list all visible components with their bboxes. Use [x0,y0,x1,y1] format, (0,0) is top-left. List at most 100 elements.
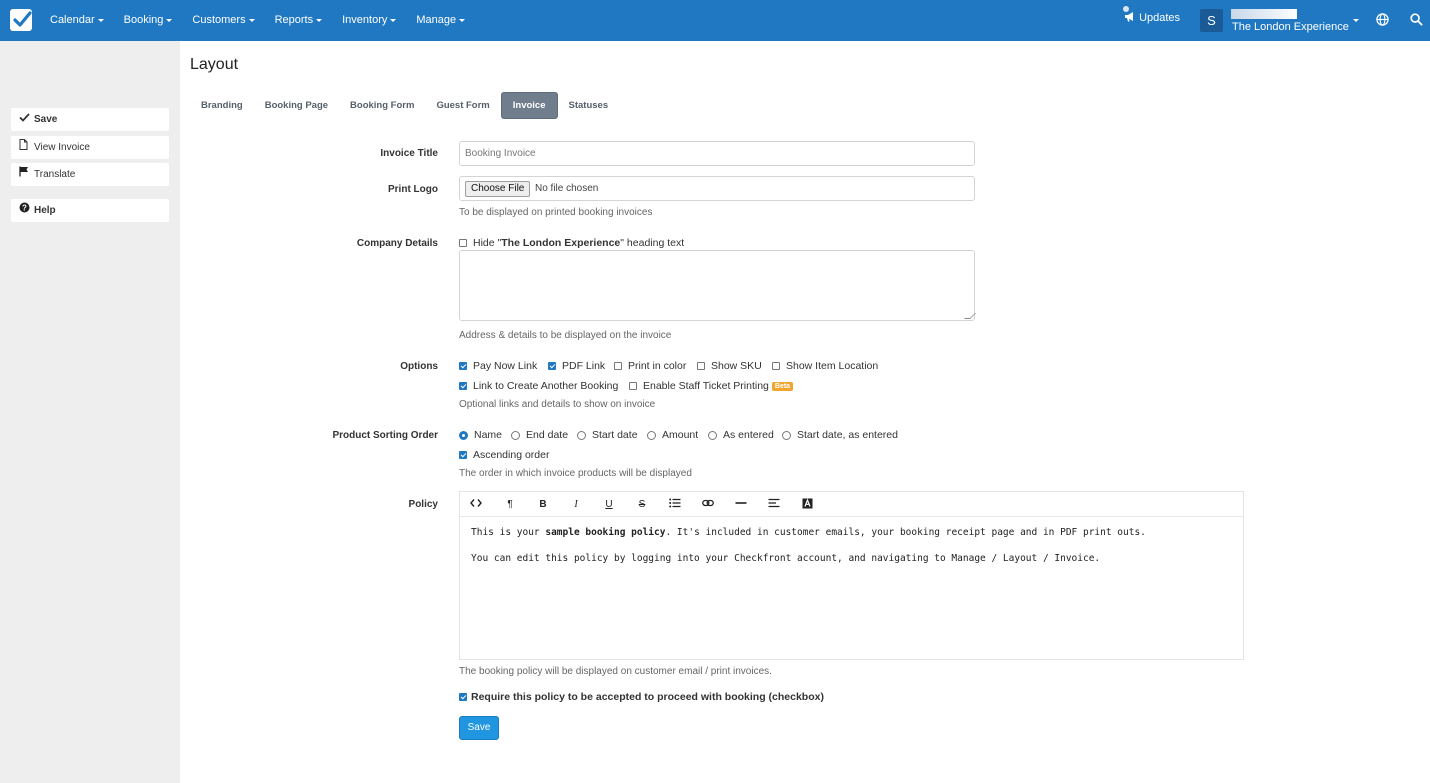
product-sorting-label: Product Sorting Order [332,430,438,441]
company-details-help: Address & details to be displayed on the… [459,330,672,341]
radio[interactable] [459,430,468,440]
font-color-icon[interactable] [800,498,814,512]
checkbox[interactable] [459,382,467,391]
nav-calendar[interactable]: Calendar [40,0,114,41]
invoice-title-input[interactable] [459,141,975,166]
search-icon[interactable] [1410,13,1423,26]
print-logo-help: To be displayed on printed booking invoi… [459,207,653,218]
globe-icon[interactable] [1376,13,1389,26]
caret-down-icon [166,18,173,22]
underline-icon[interactable]: U [602,498,616,512]
option-pdf-link[interactable]: PDF Link [548,360,605,372]
policy-editor-content[interactable]: This is your sample booking policy. It's… [471,526,1231,578]
checkbox[interactable] [548,362,556,371]
sidebar-view-invoice-button[interactable]: View Invoice [11,136,169,159]
sort-name-radio[interactable]: Name [459,429,502,441]
checkbox[interactable] [629,382,637,391]
tab-statuses[interactable]: Statuses [558,92,620,119]
account-caret-down-icon[interactable] [1353,19,1359,22]
choose-file-button[interactable]: Choose File [465,181,531,197]
option-pay-now-link[interactable]: Pay Now Link [459,360,537,372]
company-details-label: Company Details [356,238,438,249]
nav-customers[interactable]: Customers [182,0,264,41]
require-policy-checkbox[interactable]: Require this policy to be accepted to pr… [459,691,824,703]
resize-handle-icon[interactable] [964,313,976,319]
tab-booking-form[interactable]: Booking Form [339,92,425,119]
tab-invoice[interactable]: Invoice [500,92,558,119]
horizontal-rule-icon[interactable] [734,498,748,512]
invoice-title-label: Invoice Title [380,148,438,159]
tab-guest-form[interactable]: Guest Form [425,92,500,119]
avatar[interactable]: S [1200,9,1223,32]
checkbox[interactable] [614,362,622,371]
option-show-sku[interactable]: Show SKU [697,360,762,372]
editor-toolbar: ¶ B I U S [460,492,1243,517]
sort-as-entered-radio[interactable]: As entered [708,429,774,441]
italic-icon[interactable]: I [569,498,583,512]
sidebar-save-button[interactable]: Save [11,108,169,131]
radio[interactable] [511,430,520,440]
sidebar-translate-button[interactable]: Translate [11,163,169,186]
sorting-help: The order in which invoice products will… [459,468,692,479]
option-enable-staff-ticket-printing[interactable]: Enable Staff Ticket Printing Beta [629,380,794,392]
nav-inventory[interactable]: Inventory [332,0,406,41]
checkfront-logo-icon[interactable] [10,9,32,31]
sort-end-date-radio[interactable]: End date [511,429,568,441]
caret-down-icon [459,18,466,22]
nav-reports[interactable]: Reports [265,0,333,41]
nav-booking[interactable]: Booking [114,0,183,41]
hide-heading-checkbox[interactable]: Hide "The London Experience" heading tex… [459,237,684,249]
checkbox[interactable] [459,362,467,371]
checkmark-icon [19,108,31,131]
sort-amount-radio[interactable]: Amount [647,429,698,441]
align-icon[interactable] [767,498,781,512]
checkbox[interactable] [697,362,705,371]
beta-badge: Beta [771,381,794,391]
option-link-create-another-booking[interactable]: Link to Create Another Booking [459,380,618,392]
checkbox[interactable] [772,362,780,371]
ascending-order-checkbox[interactable]: Ascending order [459,449,549,461]
no-file-text: No file chosen [535,183,599,194]
paragraph-icon[interactable]: ¶ [503,498,517,512]
options-label: Options [400,361,438,372]
top-navbar: Calendar Booking Customers Reports Inven… [0,0,1430,41]
radio[interactable] [782,430,791,440]
option-show-item-location[interactable]: Show Item Location [772,360,878,372]
policy-label: Policy [408,499,438,510]
nav-manage[interactable]: Manage [406,0,475,41]
radio[interactable] [708,430,717,440]
list-icon[interactable] [668,498,682,512]
link-icon[interactable] [701,498,715,512]
caret-down-icon [248,18,255,22]
print-logo-file-input[interactable]: Choose File No file chosen [459,176,975,201]
radio[interactable] [647,430,656,440]
print-logo-label: Print Logo [388,184,438,195]
document-icon [19,136,31,159]
company-details-textarea[interactable] [459,250,976,321]
megaphone-icon [1125,12,1133,22]
checkbox[interactable] [459,693,467,702]
code-icon[interactable] [469,498,483,512]
updates-link[interactable]: Updates [1123,6,1181,24]
sidebar-help-button[interactable]: ? Help [11,199,169,222]
caret-down-icon [390,18,397,22]
flag-icon [19,163,31,186]
options-help: Optional links and details to show on in… [459,399,656,410]
sort-start-date-radio[interactable]: Start date [577,429,638,441]
question-circle-icon: ? [19,199,31,222]
page-title: Layout [190,56,239,73]
policy-editor[interactable]: ¶ B I U S This is your sample booking po… [459,491,1244,660]
main-menu: Calendar Booking Customers Reports Inven… [40,0,475,41]
checkbox[interactable] [459,239,467,248]
strikethrough-icon[interactable]: S [635,498,649,512]
option-print-in-color[interactable]: Print in color [614,360,686,372]
bold-icon[interactable]: B [536,498,550,512]
updates-label: Updates [1139,12,1181,24]
tab-branding[interactable]: Branding [190,92,254,119]
tab-booking-page[interactable]: Booking Page [254,92,339,119]
sort-start-date-as-entered-radio[interactable]: Start date, as entered [782,429,898,441]
account-name[interactable]: The London Experience [1232,21,1349,33]
checkbox[interactable] [459,451,467,460]
radio[interactable] [577,430,586,440]
save-button[interactable]: Save [459,716,499,740]
